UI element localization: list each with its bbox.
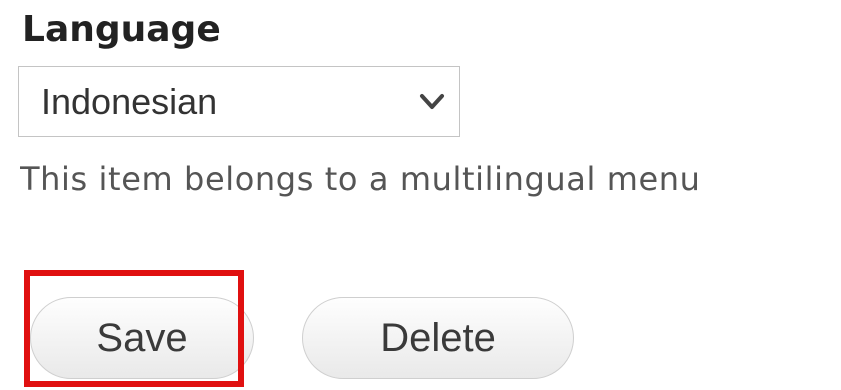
save-button[interactable]: Save xyxy=(30,297,254,379)
language-select[interactable]: Indonesian xyxy=(18,66,460,137)
chevron-down-icon xyxy=(420,94,444,109)
language-label: Language xyxy=(22,9,221,50)
delete-button[interactable]: Delete xyxy=(302,297,574,379)
language-select-value: Indonesian xyxy=(41,81,218,122)
multilingual-menu-description: This item belongs to a multilingual menu xyxy=(20,160,701,198)
